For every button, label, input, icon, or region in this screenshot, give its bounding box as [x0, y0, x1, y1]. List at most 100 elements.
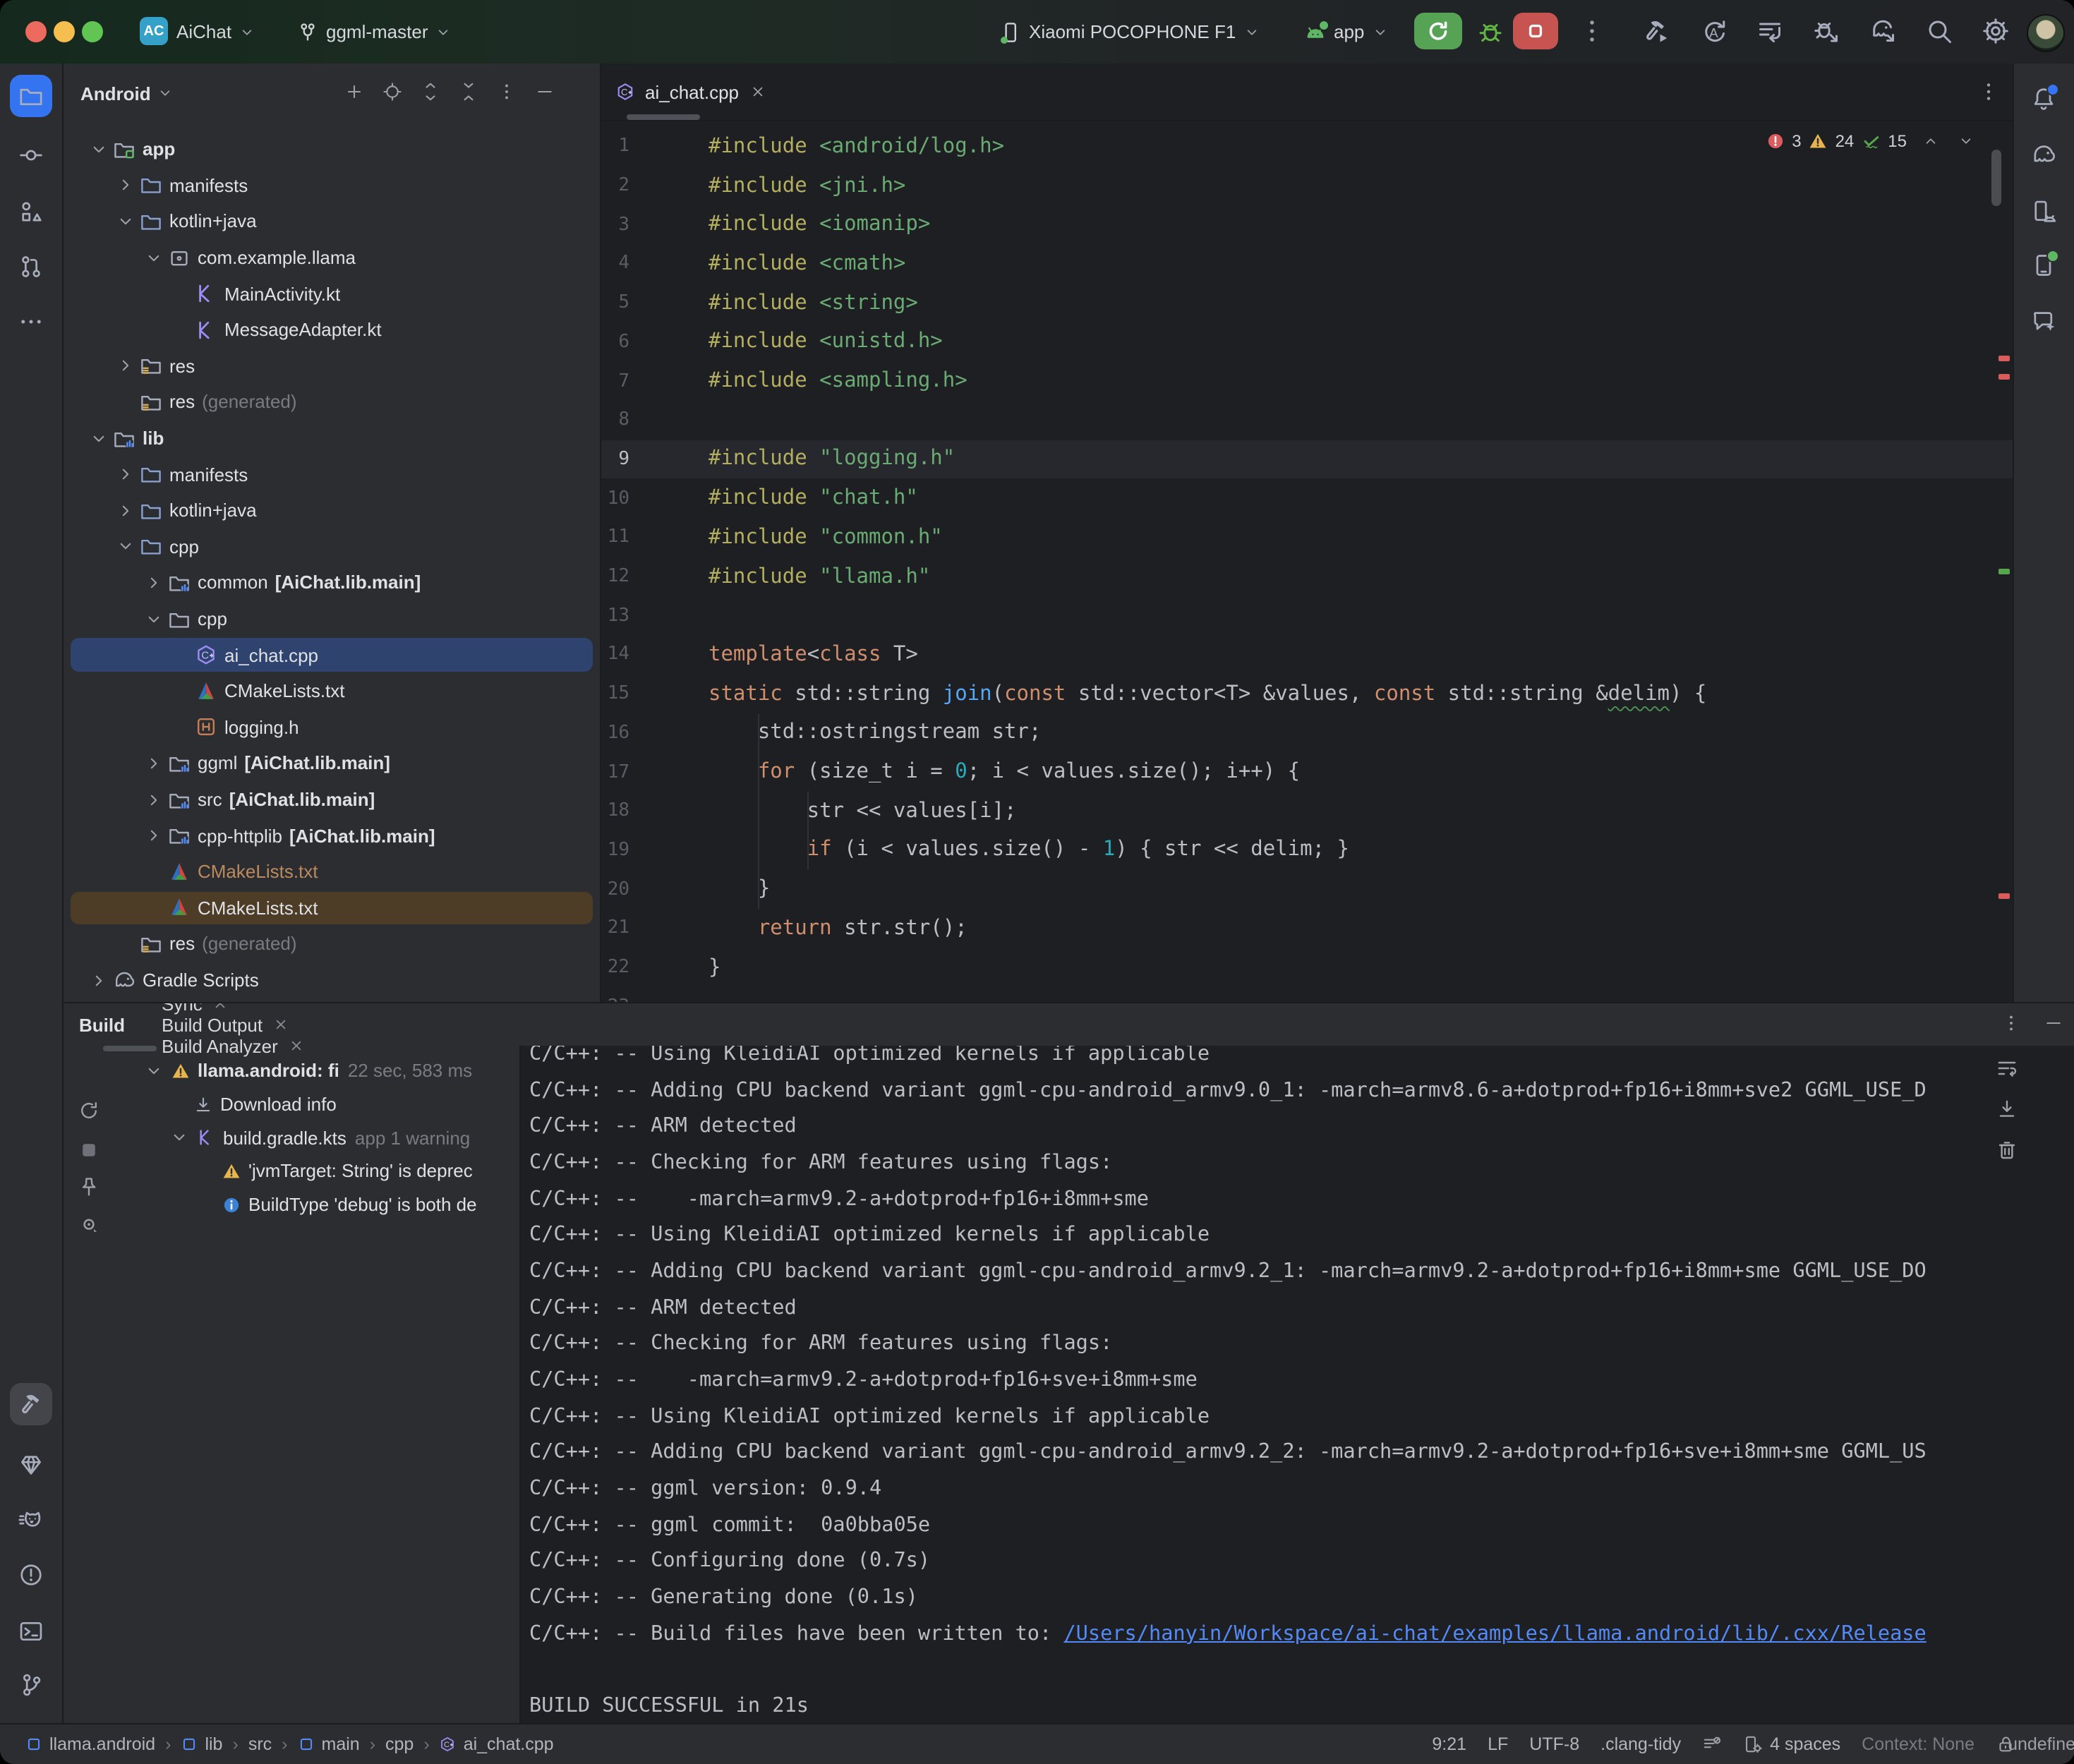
chevron-down-icon[interactable] — [144, 248, 164, 267]
tool-strip-build-button[interactable] — [10, 1383, 52, 1425]
code-line-19[interactable]: 19 if (i < values.size() - 1) { str << d… — [601, 830, 2014, 869]
code-line-16[interactable]: 16 std::ostringstream str; — [601, 713, 2014, 752]
tool-strip-device-manager-button[interactable] — [2022, 191, 2065, 233]
code-area[interactable]: 1#include <android/log.h>2#include <jni.… — [601, 127, 2014, 1002]
close-window-button[interactable] — [25, 21, 47, 42]
tool-strip-commit-button[interactable] — [10, 134, 52, 176]
close-icon[interactable] — [288, 1037, 305, 1054]
project-tree-item[interactable]: MainActivity.kt — [64, 276, 600, 312]
project-tree-item[interactable]: src[AiChat.lib.main] — [64, 782, 600, 818]
settings-icon[interactable] — [1982, 17, 2010, 45]
debug-button[interactable] — [1476, 17, 1505, 45]
chevron-right-icon[interactable] — [116, 501, 135, 521]
build-tree-item[interactable]: BuildType 'debug' is both de — [114, 1188, 519, 1221]
expand-all-icon[interactable] — [421, 82, 440, 102]
rerun-button[interactable] — [1414, 13, 1462, 49]
code-line-10[interactable]: 10#include "chat.h" — [601, 479, 2014, 518]
project-tree-item[interactable]: manifests — [64, 167, 600, 203]
refresh-icon[interactable] — [78, 1099, 100, 1122]
stop-button[interactable] — [1513, 13, 1558, 49]
breadcrumb-item[interactable]: src — [248, 1734, 272, 1754]
hammer-run-icon[interactable] — [1643, 17, 1671, 45]
code-line-7[interactable]: 7#include <sampling.h> — [601, 361, 2014, 400]
code-line-23[interactable]: 23 — [601, 987, 2014, 1002]
project-selector[interactable]: AiChat — [176, 0, 255, 64]
run-configuration-selector[interactable]: app — [1304, 0, 1388, 64]
project-view-selector[interactable]: Android — [80, 83, 174, 104]
editor-tab-ai-chat-cpp[interactable]: C ai_chat.cpp — [601, 64, 783, 120]
code-line-22[interactable]: 22} — [601, 948, 2014, 986]
project-tree-item[interactable]: logging.h — [64, 709, 600, 745]
tool-strip-gradle-button[interactable] — [2022, 134, 2065, 176]
status-context[interactable]: Context: None — [1862, 1734, 1974, 1754]
project-tree-item[interactable]: common[AiChat.lib.main] — [64, 564, 600, 600]
project-tree-item[interactable]: res(generated) — [64, 926, 600, 962]
tool-strip-gemini-button[interactable] — [2022, 299, 2065, 342]
chevron-down-icon[interactable] — [116, 537, 135, 557]
code-line-12[interactable]: 12#include "llama.h" — [601, 557, 2014, 596]
code-line-8[interactable]: 8 — [601, 401, 2014, 440]
locate-file-icon[interactable] — [382, 82, 402, 102]
stop-square-icon[interactable] — [78, 1139, 100, 1161]
filter-icon[interactable] — [78, 1214, 100, 1236]
more-actions-kebab-icon[interactable] — [1578, 17, 1606, 45]
trash-icon[interactable] — [1996, 1139, 2018, 1161]
build-tree-item[interactable]: llama.android: fi22 sec, 583 ms — [114, 1054, 519, 1087]
code-line-14[interactable]: 14template<class T> — [601, 635, 2014, 674]
status-inspections-widget[interactable] — [1702, 1734, 1722, 1754]
editor[interactable]: C ai_chat.cpp 3 24 15 1#include <android… — [601, 64, 2014, 1002]
code-line-1[interactable]: 1#include <android/log.h> — [601, 127, 2014, 166]
project-tree-item[interactable]: kotlin+java — [64, 493, 600, 528]
code-line-2[interactable]: 2#include <jni.h> — [601, 166, 2014, 205]
collapse-all-icon[interactable] — [459, 82, 478, 102]
maximize-window-button[interactable] — [82, 21, 103, 42]
project-tree-item[interactable]: lib — [64, 421, 600, 457]
code-line-17[interactable]: 17 for (size_t i = 0; i < values.size();… — [601, 752, 2014, 791]
status-notifications-status[interactable]: undefined — [2037, 1734, 2056, 1754]
build-tab-build-output[interactable]: Build Output — [162, 1014, 305, 1035]
tool-strip-problems-button[interactable] — [10, 1554, 52, 1596]
chevron-right-icon[interactable] — [116, 464, 135, 484]
tool-strip-notifications-button[interactable] — [2022, 78, 2065, 120]
scroll-end-icon[interactable] — [1996, 1098, 2018, 1120]
project-tree-item[interactable]: manifests — [64, 457, 600, 493]
gradle-sync-icon[interactable] — [1869, 17, 1897, 45]
tool-strip-resource-manager-button[interactable] — [10, 191, 52, 233]
chevron-down-icon[interactable] — [144, 609, 164, 629]
code-line-9[interactable]: 9#include "logging.h" — [601, 440, 2014, 478]
breadcrumb-item[interactable]: cpp — [385, 1734, 414, 1754]
chevron-down-icon[interactable] — [169, 1128, 189, 1147]
horizontal-scrollbar-thumb[interactable] — [627, 114, 700, 120]
project-tree-item[interactable]: Gradle Scripts — [64, 962, 600, 998]
project-tree-item[interactable]: Cai_chat.cpp — [64, 637, 600, 673]
code-line-5[interactable]: 5#include <string> — [601, 284, 2014, 322]
status-clang-tidy[interactable]: .clang-tidy — [1600, 1734, 1681, 1754]
avatar[interactable] — [2027, 14, 2065, 52]
project-tree-item[interactable]: cpp — [64, 601, 600, 637]
project-tree-item[interactable]: com.example.llama — [64, 240, 600, 276]
status-caret-position[interactable]: 9:21 — [1432, 1734, 1466, 1754]
bug-attach-icon[interactable] — [1812, 17, 1840, 45]
project-tree-item[interactable]: CMakeLists.txt — [64, 854, 600, 890]
build-output-console[interactable]: C/C++: -- Using KleidiAI optimized kerne… — [519, 1046, 2074, 1724]
project-tree-item[interactable]: MessageAdapter.kt — [64, 312, 600, 348]
project-tree-item[interactable]: ggml[AiChat.lib.main] — [64, 745, 600, 781]
build-tree-item[interactable]: 'jvmTarget: String' is deprec — [114, 1154, 519, 1188]
chevron-right-icon[interactable] — [144, 826, 164, 845]
pin-icon[interactable] — [78, 1176, 100, 1198]
chevron-down-icon[interactable] — [89, 428, 109, 448]
code-line-21[interactable]: 21 return str.str(); — [601, 909, 2014, 948]
build-output-path-link[interactable]: /Users/hanyin/Workspace/ai-chat/examples… — [1063, 1623, 1926, 1645]
code-line-4[interactable]: 4#include <cmath> — [601, 244, 2014, 283]
code-line-3[interactable]: 3#include <iomanip> — [601, 205, 2014, 244]
build-tree-item[interactable]: build.gradle.ktsapp 1 warning — [114, 1121, 519, 1154]
softwrap-icon[interactable] — [1996, 1057, 2018, 1080]
breadcrumb-item[interactable]: llama.android — [25, 1734, 155, 1754]
device-selector[interactable]: Xiaomi POCOPHONE F1 — [999, 0, 1260, 64]
build-tab-build-analyzer[interactable]: Build Analyzer — [162, 1035, 305, 1056]
project-tree-item[interactable]: CMakeLists.txt — [64, 890, 600, 926]
project-tree-item[interactable]: CMakeLists.txt — [64, 673, 600, 709]
apply-changes-icon[interactable] — [1756, 17, 1784, 45]
project-tree-item[interactable]: res — [64, 348, 600, 384]
project-tree-item[interactable]: cpp — [64, 528, 600, 564]
